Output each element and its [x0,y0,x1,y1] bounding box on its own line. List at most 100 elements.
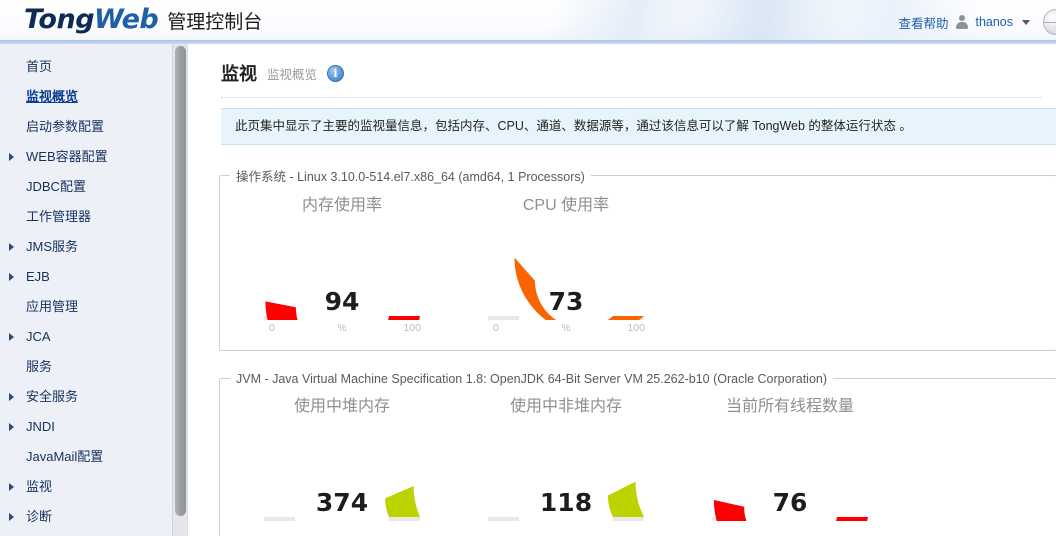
gauge-ticks [709,521,871,536]
info-icon[interactable]: i [327,64,345,82]
panel-legend: JVM - Java Virtual Machine Specification… [236,371,828,386]
main-content: 监视 监视概览 i 此页集中显示了主要的监视量信息，包括内存、CPU、通道、数据… [189,44,1056,536]
gauge-value: 73 [548,286,584,316]
sidebar-scrollbar-track[interactable] [172,44,187,536]
gauge-tick-min: 0 [493,321,499,334]
gauge-title: 内存使用率 [301,196,382,214]
gauge-1-1: 使用中非堆内存 118 [454,392,678,536]
gauge-value: 118 [539,487,593,517]
sidebar-item-label: JDBC配置 [26,179,86,194]
logo-subtitle: 管理控制台 [167,11,263,33]
help-link[interactable]: 查看帮助 [898,13,948,32]
chevron-right-icon[interactable] [9,333,14,341]
sidebar-item-label: 诊断 [26,509,53,524]
gauge-title: 使用中堆内存 [293,397,390,415]
sidebar-item-11[interactable]: 安全服务 [0,382,187,412]
sidebar-item-label: JMS服务 [26,239,79,254]
gauge-0-1: CPU 使用率 73 0% 100 [454,191,678,336]
gauge-tick-max: 100 [403,321,421,334]
logo-text-tong: Tong [24,4,95,35]
sidebar-item-6[interactable]: JMS服务 [0,232,187,262]
sidebar-item-label: WEB容器配置 [26,149,108,164]
sidebar-item-12[interactable]: JNDI [0,412,187,442]
gauge-ticks: 0% 100 [261,320,423,336]
sidebar-item-2[interactable]: 启动参数配置 [0,112,187,142]
sidebar-item-label: 工作管理器 [26,209,92,224]
gauge-title: CPU 使用率 [522,196,610,214]
header-actions: 查看帮助 thanos [898,9,1056,35]
gauge-0-0: 内存使用率 94 0% 100 [230,191,454,336]
gauge-row: 使用中堆内存 374 使用中非堆内存 118 当前所有线程数量 76 [220,392,1056,536]
gauge-value: 374 [315,487,369,517]
user-name-label[interactable]: thanos [975,15,1013,29]
page-header-divider [221,97,1041,98]
gauge-tick-min: 0 [269,321,275,334]
chevron-right-icon[interactable] [9,513,14,521]
page-breadcrumb: 监视概览 [267,67,318,82]
gauge-tick-unit: % [561,321,571,334]
chevron-right-icon[interactable] [9,483,14,491]
sidebar-item-label: 监视 [26,479,53,494]
gauge-title: 使用中非堆内存 [509,397,622,415]
gauge-ticks [485,521,647,536]
sidebar-item-label: EJB [26,269,50,284]
user-icon [955,15,969,29]
sidebar-item-label: 启动参数配置 [26,119,105,134]
gauge-value: 76 [772,487,808,517]
sidebar-item-8[interactable]: 应用管理 [0,292,187,322]
sidebar-item-label: 服务 [26,359,53,374]
sidebar-item-5[interactable]: 工作管理器 [0,202,187,232]
gauge-dial: 94 [261,228,423,320]
sidebar-item-0[interactable]: 首页 [0,52,187,82]
gauge-1-2: 当前所有线程数量 76 [678,392,902,536]
gauge-value: 94 [324,286,360,316]
sidebar-nav: 首页监视概览启动参数配置 WEB容器配置 JDBC配置 工作管理器 JMS服务 EJB 应用… [0,44,187,536]
page-header: 监视 监视概览 i [189,44,1056,86]
gauge-ticks: 0% 100 [485,320,647,336]
gauge-ticks [261,521,423,536]
sidebar-item-label: 应用管理 [26,299,79,314]
sidebar-item-7[interactable]: EJB [0,262,187,292]
sidebar-item-13[interactable]: JavaMail配置 [0,442,187,472]
sidebar-scrollbar-thumb[interactable] [175,46,186,516]
sidebar-item-10[interactable]: 服务 [0,352,187,382]
sidebar-item-label: JCA [26,329,51,344]
gauge-title: 当前所有线程数量 [725,397,854,415]
gauge-dial: 118 [485,429,647,521]
chevron-right-icon[interactable] [9,243,14,251]
gauge-dial: 374 [261,429,423,521]
chevron-right-icon[interactable] [9,393,14,401]
sidebar-item-label: JavaMail配置 [26,449,104,464]
sidebar-item-label: 安全服务 [26,389,79,404]
page-title: 监视 [221,64,257,84]
chevron-right-icon[interactable] [9,153,14,161]
sidebar-item-3[interactable]: WEB容器配置 [0,142,187,172]
info-banner: 此页集中显示了主要的监视量信息，包括内存、CPU、通道、数据源等，通过该信息可以… [221,108,1056,145]
chevron-right-icon[interactable] [9,273,14,281]
gauge-dial: 73 [485,228,647,320]
globe-icon[interactable] [1043,9,1056,35]
chevron-down-icon[interactable] [1022,19,1030,25]
monitor-panel-1: JVM - Java Virtual Machine Specification… [219,371,1056,536]
gauge-tick-max: 100 [627,321,645,334]
app-header: Tong Web 管理控制台 查看帮助 thanos [0,0,1056,40]
chevron-right-icon[interactable] [9,423,14,431]
sidebar-item-9[interactable]: JCA [0,322,187,352]
logo-text-web: Web [94,4,159,35]
sidebar-item-1[interactable]: 监视概览 [0,82,187,112]
panel-legend: 操作系统 - Linux 3.10.0-514.el7.x86_64 (amd6… [236,169,585,184]
sidebar-item-label: 首页 [26,59,53,74]
monitor-panels: 操作系统 - Linux 3.10.0-514.el7.x86_64 (amd6… [189,165,1056,536]
gauge-row: 内存使用率 94 0% 100 CPU 使用率 73 0% 100 [220,191,1056,336]
app-logo: Tong Web 管理控制台 [24,4,262,35]
sidebar-item-4[interactable]: JDBC配置 [0,172,187,202]
sidebar-item-15[interactable]: 诊断 [0,502,187,532]
gauge-1-0: 使用中堆内存 374 [230,392,454,536]
sidebar-item-label: 监视概览 [26,89,79,104]
sidebar-item-14[interactable]: 监视 [0,472,187,502]
gauge-dial: 76 [709,429,871,521]
sidebar-item-16[interactable]: 日志 [0,532,187,536]
sidebar: 首页监视概览启动参数配置 WEB容器配置 JDBC配置 工作管理器 JMS服务 EJB 应用… [0,44,188,536]
monitor-panel-0: 操作系统 - Linux 3.10.0-514.el7.x86_64 (amd6… [219,165,1056,351]
sidebar-item-label: JNDI [26,419,55,434]
